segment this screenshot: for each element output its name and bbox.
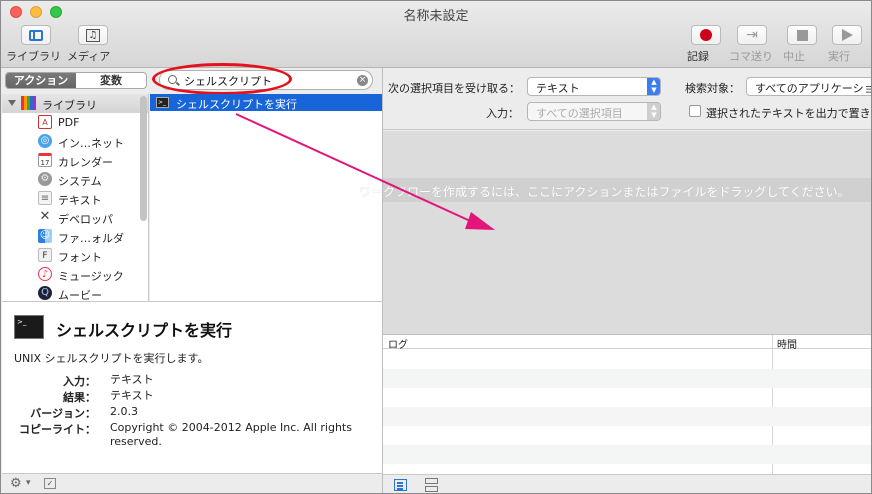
media-icon: ♫ xyxy=(86,28,100,42)
library-books-icon xyxy=(21,96,37,110)
internet-icon: ◎ xyxy=(38,134,52,148)
finder-icon: ☺ xyxy=(38,229,52,243)
table-row xyxy=(383,407,871,426)
variables-view-icon-lower xyxy=(425,486,438,492)
replace-selected-text-checkbox[interactable] xyxy=(689,105,701,117)
library-icon xyxy=(29,29,43,41)
terminal-icon: >_ xyxy=(156,97,169,108)
library-item-music[interactable]: ♪ ミュージック xyxy=(38,265,138,284)
workflow-input-popup[interactable]: すべての選択項目 ▲ ▼ xyxy=(527,102,661,121)
right-footer-bar xyxy=(383,474,871,493)
library-root-item[interactable]: ライブラリ xyxy=(2,94,148,113)
log-table: ログ 時間 xyxy=(383,334,871,475)
chevron-down-icon[interactable]: ▾ xyxy=(26,478,31,488)
stop-button[interactable]: 中止 xyxy=(783,25,821,63)
workflow-input-label: 入力： xyxy=(486,107,519,120)
popup-stepper-icon: ▲ ▼ xyxy=(647,78,660,95)
table-row xyxy=(383,369,871,388)
receives-popup[interactable]: テキスト ▲ ▼ xyxy=(527,77,661,96)
terminal-icon: >_ xyxy=(14,315,44,339)
disclosure-triangle-icon[interactable] xyxy=(8,100,16,106)
description-summary: UNIX シェルスクリプトを実行します。 xyxy=(14,352,209,365)
library-item-files-folders[interactable]: ☺ ファ…ォルダ xyxy=(38,227,138,246)
stop-icon xyxy=(796,29,808,41)
description-toggle-icon[interactable]: ✓ xyxy=(44,478,56,489)
library-scrollbar[interactable] xyxy=(140,96,147,221)
library-item-text[interactable]: ≡ テキスト xyxy=(38,189,138,208)
font-icon: F xyxy=(38,248,52,262)
calendar-icon: 17 xyxy=(38,153,52,167)
title-bar: 名称未設定 ライブラリ ♫ メディア 記録 ⇥ コマ送り 中止 実行 xyxy=(1,1,871,68)
developer-icon: ✕ xyxy=(39,209,51,224)
description-title: シェルスクリプトを実行 xyxy=(56,321,233,340)
log-view-icon[interactable] xyxy=(394,479,407,491)
popup-stepper-icon: ▲ ▼ xyxy=(647,103,660,120)
log-column-header[interactable]: ログ xyxy=(388,336,408,351)
text-icon: ≡ xyxy=(38,191,52,205)
record-icon xyxy=(700,29,712,41)
library-item-developer[interactable]: ✕ デベロッパ xyxy=(38,208,138,227)
movie-icon: Q xyxy=(38,286,52,300)
table-row xyxy=(383,445,871,464)
library-item-pdf[interactable]: A PDF xyxy=(38,113,138,132)
workflow-canvas[interactable]: ワークフローを作成するには、ここにアクションまたはファイルをドラッグしてください… xyxy=(359,131,871,334)
library-item-movies[interactable]: Q ムービー xyxy=(38,284,138,301)
action-description-pane: >_ シェルスクリプトを実行 UNIX シェルスクリプトを実行します。 入力： … xyxy=(2,301,382,473)
search-target-label: 検索対象： xyxy=(685,82,740,95)
step-icon: ⇥ xyxy=(746,27,758,43)
gear-icon[interactable]: ⚙ xyxy=(10,476,22,491)
pdf-icon: A xyxy=(38,115,52,129)
library-item-calendar[interactable]: 17 カレンダー xyxy=(38,151,138,170)
workflow-settings-header: 次の選択項目を受け取る： テキスト ▲▼ 検索対象： すべてのアプリケーション … xyxy=(383,68,871,130)
library-item-fonts[interactable]: F フォント xyxy=(38,246,138,265)
action-list: >_ シェルスクリプトを実行 xyxy=(150,94,382,301)
automator-window: 名称未設定 ライブラリ ♫ メディア 記録 ⇥ コマ送り 中止 実行 アクション… xyxy=(0,0,872,494)
replace-selected-text-label: 選択されたテキストを出力で置き換える xyxy=(706,107,871,120)
run-button[interactable]: 実行 xyxy=(828,25,866,63)
action-item-run-shell-script[interactable]: >_ シェルスクリプトを実行 xyxy=(150,94,382,111)
receives-label: 次の選択項目を受け取る： xyxy=(388,82,520,95)
time-column-header[interactable]: 時間 xyxy=(777,336,797,351)
library-toolbar-button[interactable]: ライブラリ xyxy=(6,25,66,63)
search-target-popup[interactable]: すべてのアプリケーション xyxy=(746,77,871,96)
library-item-system[interactable]: ⚙ システム xyxy=(38,170,138,189)
media-toolbar-button[interactable]: ♫ メディア xyxy=(67,25,119,63)
system-icon: ⚙ xyxy=(38,172,52,186)
step-button[interactable]: ⇥ コマ送り xyxy=(729,25,775,63)
variables-view-icon[interactable] xyxy=(425,478,438,484)
record-button[interactable]: 記録 xyxy=(687,25,725,63)
drop-hint-banner: ワークフローを作成するには、ここにアクションまたはファイルをドラッグしてください… xyxy=(359,178,871,202)
search-annotation-ring xyxy=(152,63,292,95)
tab-actions[interactable]: アクション xyxy=(6,73,76,88)
log-header: ログ 時間 xyxy=(383,335,871,475)
left-footer-bar: ⚙ ▾ ✓ xyxy=(2,473,382,493)
library-item-internet[interactable]: ◎ イン…ネット xyxy=(38,132,138,151)
play-icon xyxy=(841,29,853,41)
window-title: 名称未設定 xyxy=(403,9,469,24)
library-list: ライブラリ A PDF ◎ イン…ネット 17 カレンダー ⚙ システム ≡ テ… xyxy=(2,94,149,301)
clear-search-icon[interactable]: × xyxy=(357,75,368,86)
tab-variables[interactable]: 変数 xyxy=(76,73,146,88)
music-icon: ♪ xyxy=(38,267,52,281)
actions-variables-segmented-control: アクション 変数 xyxy=(5,72,147,89)
